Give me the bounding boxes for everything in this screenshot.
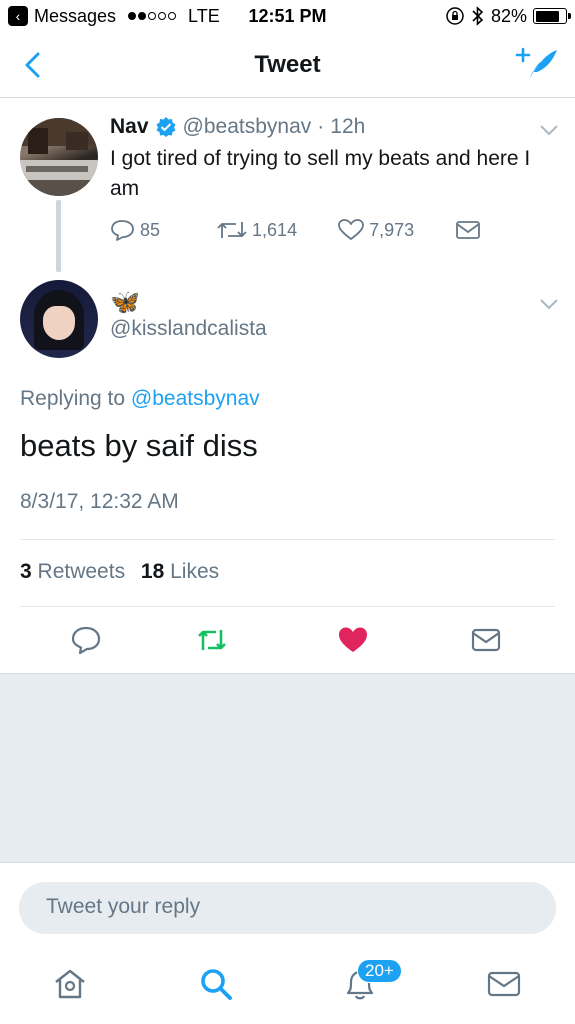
- status-bar: ‹ Messages LTE 12:51 PM 82%: [0, 0, 575, 32]
- heart-icon[interactable]: [337, 624, 369, 656]
- back-app-label[interactable]: Messages: [34, 6, 116, 27]
- replying-to: Replying to @beatsbynav: [20, 387, 260, 411]
- message-icon[interactable]: [454, 218, 482, 242]
- heart-icon: [338, 219, 364, 240]
- divider: [20, 539, 555, 540]
- retweets-stat[interactable]: 3 Retweets: [20, 560, 125, 583]
- likes-stat[interactable]: 18 Likes: [141, 560, 219, 583]
- author-handle[interactable]: @kisslandcalista: [110, 317, 267, 341]
- thread-line: [56, 200, 61, 272]
- reply-input[interactable]: Tweet your reply: [19, 882, 556, 934]
- reply-count: 85: [140, 219, 161, 240]
- like-count: 7,973: [369, 219, 415, 240]
- parent-tweet-header: Nav @beatsbynav · 12h: [110, 115, 365, 139]
- dot-separator: ·: [317, 115, 325, 138]
- parent-tweet[interactable]: Nav @beatsbynav · 12h I got tired of try…: [0, 98, 575, 272]
- chevron-down-icon[interactable]: [539, 124, 559, 136]
- mail-icon[interactable]: [486, 966, 522, 1002]
- chevron-down-icon[interactable]: [539, 298, 559, 310]
- rotation-lock-icon: [446, 7, 464, 25]
- retweet-action[interactable]: 1,614: [216, 218, 297, 242]
- tweet-date: 8/3/17, 12:32 AM: [20, 490, 179, 513]
- avatar[interactable]: [20, 280, 98, 358]
- reply-icon[interactable]: [70, 624, 102, 656]
- signal-strength-icon: [128, 12, 177, 20]
- nav-bar: Tweet: [0, 32, 575, 98]
- avatar[interactable]: [20, 118, 98, 196]
- home-icon[interactable]: [52, 966, 88, 1002]
- battery-icon: [533, 8, 571, 24]
- tab-bar: 20+: [0, 950, 575, 1024]
- tweet-age: 12h: [330, 115, 366, 138]
- tweet-stats: 3 Retweets 18 Likes: [20, 560, 219, 584]
- author-name[interactable]: 🦋: [110, 288, 140, 317]
- retweet-icon[interactable]: [196, 624, 228, 656]
- back-to-app-icon[interactable]: ‹: [8, 6, 28, 26]
- compose-icon[interactable]: [515, 46, 559, 84]
- main-tweet-actions: [0, 618, 575, 662]
- retweet-icon: [217, 222, 247, 238]
- tweet-text: I got tired of trying to sell my beats a…: [110, 147, 531, 200]
- back-arrow-icon[interactable]: [18, 48, 48, 82]
- reply-icon: [111, 220, 134, 241]
- page-title: Tweet: [254, 50, 321, 78]
- reply-action[interactable]: 85: [110, 218, 160, 242]
- author-name[interactable]: Nav: [110, 115, 149, 139]
- battery-percent: 82%: [490, 5, 527, 26]
- verified-icon: [156, 117, 176, 137]
- author-handle[interactable]: @beatsbynav: [183, 115, 312, 139]
- retweet-count: 1,614: [252, 219, 298, 240]
- notifications-badge: 20+: [357, 959, 402, 983]
- message-icon[interactable]: [470, 624, 502, 656]
- like-action[interactable]: 7,973: [337, 218, 414, 242]
- divider: [20, 606, 555, 607]
- tweet-text: beats by saif diss: [20, 428, 258, 463]
- search-icon[interactable]: [198, 966, 234, 1002]
- replying-handle-link[interactable]: @beatsbynav: [131, 387, 260, 410]
- carrier-label: LTE: [188, 5, 220, 26]
- replying-label: Replying to: [20, 387, 126, 410]
- bluetooth-icon: [472, 6, 484, 26]
- empty-replies-area: [0, 673, 575, 863]
- tweet-actions: 85 1,614 7,973: [110, 218, 482, 242]
